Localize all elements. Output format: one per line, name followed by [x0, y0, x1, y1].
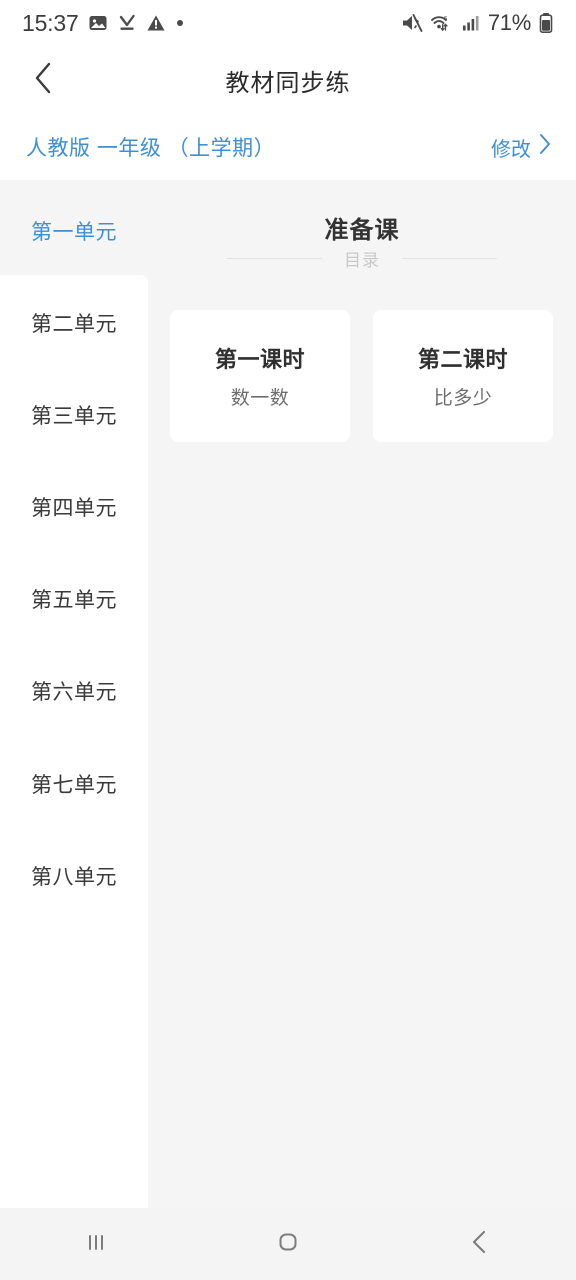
lesson-card-2[interactable]: 第二课时 比多少	[373, 310, 553, 442]
sidebar-item-label: 第八单元	[31, 866, 117, 889]
sidebar-item-unit-4[interactable]: 第四单元	[0, 461, 148, 553]
sidebar-item-label: 第七单元	[31, 774, 117, 797]
back-icon	[465, 1227, 495, 1262]
lesson-card-list: 第一课时 数一数 第二课时 比多少	[170, 310, 576, 442]
sidebar-item-unit-3[interactable]: 第三单元	[0, 369, 148, 461]
download-icon	[117, 13, 137, 33]
edit-label: 修改	[491, 138, 531, 161]
divider-line-right	[402, 257, 497, 259]
sidebar-item-label: 第三单元	[31, 405, 117, 428]
unit-title: 准备课	[324, 217, 400, 244]
sidebar-item-unit-6[interactable]: 第六单元	[0, 645, 148, 737]
android-nav-bar	[0, 1208, 576, 1280]
unit-sidebar[interactable]: 第一单元 第二单元 第三单元 第四单元 第五单元 第六单元 第七单元 第八单元	[0, 180, 148, 1210]
lesson-card-subtitle: 比多少	[433, 388, 493, 409]
textbook-version-row: 人教版 一年级 （上学期） 修改	[0, 114, 576, 180]
content-body: 第一单元 第二单元 第三单元 第四单元 第五单元 第六单元 第七单元 第八单元 …	[0, 180, 576, 1210]
chevron-right-icon	[538, 133, 552, 161]
status-time: 15:37	[22, 9, 79, 36]
sidebar-item-label: 第五单元	[31, 589, 117, 612]
page-title: 教材同步练	[225, 69, 351, 97]
battery-percent: 71%	[487, 10, 531, 35]
sidebar-item-label: 第二单元	[31, 313, 117, 336]
home-button[interactable]	[192, 1208, 384, 1280]
phone-screen: 15:37 6 71% 教材同步练 人教版 一年级 （上学期） 修改 第一单元 …	[0, 0, 576, 1280]
svg-text:6: 6	[443, 16, 447, 23]
sidebar-item-unit-5[interactable]: 第五单元	[0, 553, 148, 645]
signal-icon	[461, 13, 481, 33]
mute-icon	[401, 13, 423, 33]
chevron-left-icon	[32, 61, 56, 100]
lesson-card-subtitle: 数一数	[230, 388, 290, 409]
recents-icon	[81, 1227, 111, 1262]
battery-icon	[538, 12, 554, 34]
photo-icon	[88, 13, 108, 33]
catalog-divider: 目录	[148, 242, 576, 274]
dot-icon	[175, 18, 185, 28]
divider-line-left	[227, 257, 322, 259]
sidebar-item-unit-7[interactable]: 第七单元	[0, 738, 148, 830]
textbook-version-label: 人教版 一年级 （上学期）	[26, 137, 276, 160]
back-button[interactable]	[384, 1208, 576, 1280]
sidebar-item-label: 第四单元	[31, 497, 117, 520]
status-bar-right: 6 71%	[401, 10, 554, 36]
lesson-card-title: 第一课时	[214, 347, 305, 372]
unit-content-panel: 准备课 目录 第一课时 数一数 第二课时 比多少	[148, 180, 576, 1210]
app-header: 教材同步练	[0, 46, 576, 114]
lesson-card-1[interactable]: 第一课时 数一数	[170, 310, 350, 442]
recents-button[interactable]	[0, 1208, 192, 1280]
status-bar: 15:37 6 71%	[0, 0, 576, 46]
sidebar-item-unit-2[interactable]: 第二单元	[0, 277, 148, 369]
sidebar-item-label: 第六单元	[31, 681, 117, 704]
status-bar-left: 15:37	[22, 10, 185, 37]
divider-label: 目录	[344, 250, 380, 270]
home-icon	[273, 1227, 303, 1262]
lesson-card-title: 第二课时	[417, 347, 508, 372]
wifi-icon: 6	[430, 13, 454, 33]
sidebar-item-unit-8[interactable]: 第八单元	[0, 830, 148, 922]
header-back-button[interactable]	[24, 60, 64, 100]
warning-icon	[146, 13, 166, 33]
edit-version-button[interactable]: 修改	[491, 133, 552, 162]
sidebar-item-label: 第一单元	[31, 221, 117, 244]
sidebar-item-unit-1[interactable]: 第一单元	[0, 185, 148, 277]
